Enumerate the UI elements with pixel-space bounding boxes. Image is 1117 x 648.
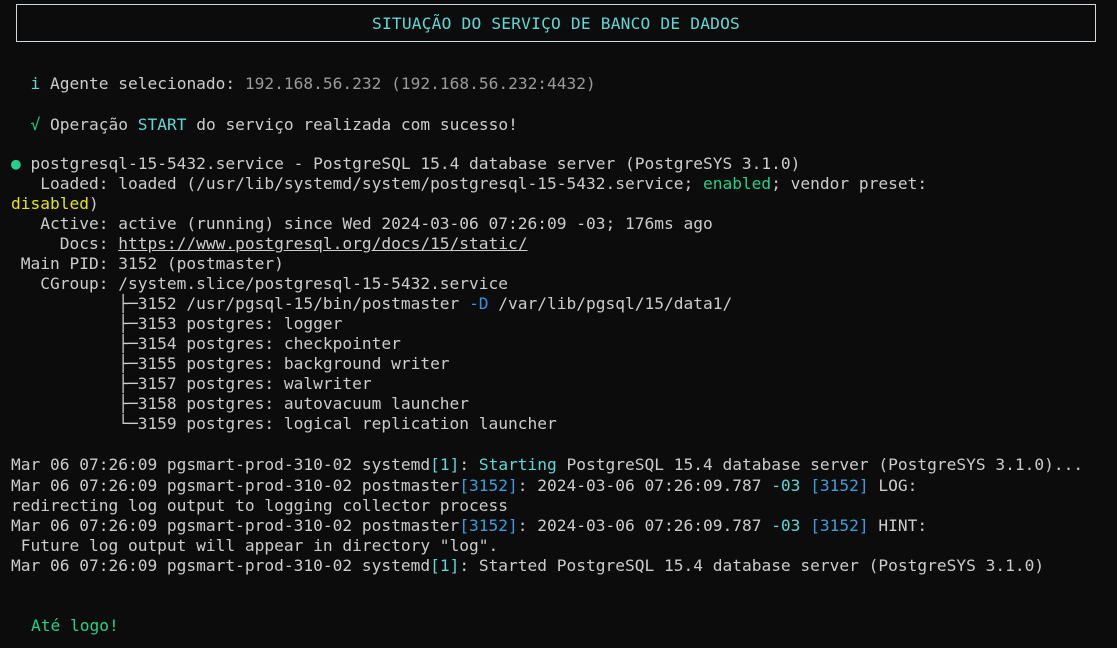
journal-level: HINT: xyxy=(868,516,928,535)
success-line: √ Operação START do serviço realizada co… xyxy=(11,115,518,135)
info-icon: i xyxy=(30,74,41,93)
journal-message: : Started PostgreSQL 15.4 database serve… xyxy=(459,556,1045,575)
journal-line: redirecting log output to logging collec… xyxy=(11,496,509,515)
status-loaded-line: Loaded: loaded (/usr/lib/systemd/system/… xyxy=(11,174,927,194)
status-cgroup-line: CGroup: /system.slice/postgresql-15-5432… xyxy=(11,274,509,293)
process-tree-item: └─3159 postgres: logical replication lau… xyxy=(11,414,557,433)
journal-timezone: -03 xyxy=(771,516,801,535)
title-banner: SITUAÇÃO DO SERVIÇO DE BANCO DE DADOS xyxy=(16,4,1096,42)
journal-pid: [3152] xyxy=(459,476,518,495)
info-label: Agente selecionado: xyxy=(50,74,236,93)
journal-space xyxy=(800,476,810,495)
journal-colon: : xyxy=(459,455,479,474)
status-docs-line: Docs: https://www.postgresql.org/docs/15… xyxy=(11,234,528,254)
journal-pid: [3152] xyxy=(459,516,518,535)
status-unit-line: ● postgresql-15-5432.service - PostgreSQ… xyxy=(11,154,800,174)
journal-pid: [1] xyxy=(430,455,460,474)
process-tree-item: ├─3155 postgres: background writer xyxy=(11,354,450,373)
journal-prefix: Mar 06 07:26:09 pgsmart-prod-310-02 post… xyxy=(11,516,460,535)
status-loaded-wrap: disabled) xyxy=(11,194,99,214)
vendor-preset-text: ; vendor preset: xyxy=(771,174,928,193)
journal-prefix: Mar 06 07:26:09 pgsmart-prod-310-02 post… xyxy=(11,476,460,495)
active-dot-icon: ● xyxy=(11,154,21,173)
process-tree-text: ├─3152 /usr/pgsql-15/bin/postmaster xyxy=(11,294,470,313)
journal-message: : 2024-03-06 07:26:09.787 xyxy=(517,476,772,495)
docs-label: Docs: xyxy=(11,234,119,253)
success-prefix: Operação xyxy=(50,115,128,134)
agent-address: (192.168.56.232:4432) xyxy=(391,74,596,93)
journal-timezone: -03 xyxy=(771,476,801,495)
banner-title: SITUAÇÃO DO SERVIÇO DE BANCO DE DADOS xyxy=(372,13,740,33)
journal-line: Mar 06 07:26:09 pgsmart-prod-310-02 post… xyxy=(11,476,917,496)
process-tree-item: ├─3157 postgres: walwriter xyxy=(11,374,372,393)
journal-prefix: Mar 06 07:26:09 pgsmart-prod-310-02 syst… xyxy=(11,556,431,575)
journal-line: Mar 06 07:26:09 pgsmart-prod-310-02 syst… xyxy=(11,455,1083,475)
loaded-text: Loaded: loaded (/usr/lib/systemd/system/… xyxy=(11,174,703,193)
process-tree-item: ├─3153 postgres: logger xyxy=(11,314,343,333)
status-active-line: Active: active (running) since Wed 2024-… xyxy=(11,214,713,233)
journal-line: Future log output will appear in directo… xyxy=(11,536,499,555)
journal-pid: [3152] xyxy=(810,516,869,535)
disabled-state: disabled xyxy=(11,194,89,213)
operation-action: START xyxy=(137,115,187,134)
status-main-pid-line: Main PID: 3152 (postmaster) xyxy=(11,254,284,273)
journal-prefix: Mar 06 07:26:09 pgsmart-prod-310-02 syst… xyxy=(11,455,431,474)
process-tree-item: ├─3158 postgres: autovacuum launcher xyxy=(11,394,470,413)
journal-pid: [1] xyxy=(430,556,460,575)
journal-message: PostgreSQL 15.4 database server (Postgre… xyxy=(556,455,1084,474)
agent-host: 192.168.56.232 xyxy=(244,74,382,93)
data-dir-path: /var/lib/pgsql/15/data1/ xyxy=(488,294,733,313)
check-icon: √ xyxy=(30,115,41,134)
docs-link[interactable]: https://www.postgresql.org/docs/15/stati… xyxy=(118,234,527,253)
success-suffix: do serviço realizada com sucesso! xyxy=(196,115,518,134)
goodbye-message: Até logo! xyxy=(31,616,119,635)
loaded-close: ) xyxy=(88,194,99,213)
enabled-state: enabled xyxy=(702,174,772,193)
process-tree-item: ├─3154 postgres: checkpointer xyxy=(11,334,401,353)
journal-starting: Starting xyxy=(478,455,557,474)
journal-line: Mar 06 07:26:09 pgsmart-prod-310-02 post… xyxy=(11,516,927,536)
journal-space xyxy=(800,516,810,535)
unit-description: postgresql-15-5432.service - PostgreSQL … xyxy=(30,154,801,173)
journal-line: Mar 06 07:26:09 pgsmart-prod-310-02 syst… xyxy=(11,556,1044,576)
journal-level: LOG: xyxy=(868,476,918,495)
journal-pid: [3152] xyxy=(810,476,869,495)
info-line: i Agente selecionado: 192.168.56.232 (19… xyxy=(11,74,596,94)
data-dir-flag: -D xyxy=(469,294,489,313)
process-tree-item: ├─3152 /usr/pgsql-15/bin/postmaster -D /… xyxy=(11,294,732,314)
journal-message: : 2024-03-06 07:26:09.787 xyxy=(517,516,772,535)
